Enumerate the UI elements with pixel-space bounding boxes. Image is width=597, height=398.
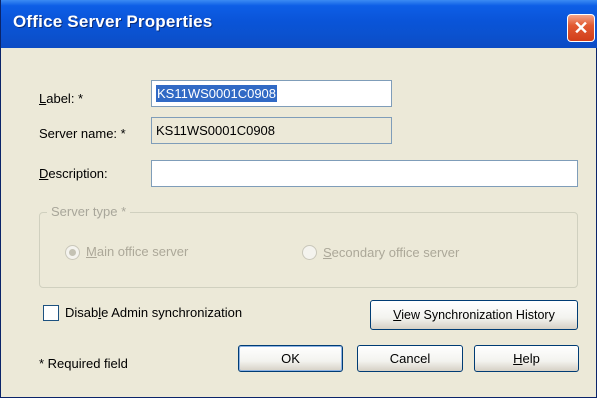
label-input-value: KS11WS0001C0908	[156, 85, 278, 102]
label-input[interactable]: KS11WS0001C0908	[151, 80, 392, 107]
server-type-legend: Server type *	[47, 204, 131, 219]
help-button[interactable]: Help	[474, 345, 579, 372]
title-bar[interactable]: Office Server Properties ✕	[1, 0, 597, 48]
secondary-office-radio[interactable]	[302, 245, 317, 260]
close-button[interactable]: ✕	[567, 14, 595, 42]
description-input[interactable]	[151, 160, 578, 187]
description-label: Description:	[39, 166, 108, 181]
disable-admin-sync-label: Disable Admin synchronization	[65, 305, 243, 320]
main-office-radio[interactable]	[65, 245, 80, 260]
secondary-office-radio-label: Secondary office server	[323, 245, 460, 260]
close-icon: ✕	[573, 18, 589, 38]
label-field-label: Label: *	[39, 91, 84, 106]
server-name-field: KS11WS0001C0908	[151, 117, 392, 144]
cancel-button[interactable]: Cancel	[357, 345, 463, 372]
disable-admin-sync-checkbox[interactable]	[43, 305, 59, 321]
main-office-radio-label: Main office server	[86, 244, 189, 259]
dialog-window: Office Server Properties ✕ Label: * KS11…	[0, 0, 597, 398]
ok-button[interactable]: OK	[238, 345, 343, 372]
view-sync-history-button[interactable]: View Synchronization History	[370, 300, 578, 330]
radio-selected-dot	[69, 249, 76, 256]
required-field-note: * Required field	[39, 356, 128, 371]
window-title: Office Server Properties	[13, 12, 213, 31]
server-name-label: Server name: *	[39, 126, 126, 141]
